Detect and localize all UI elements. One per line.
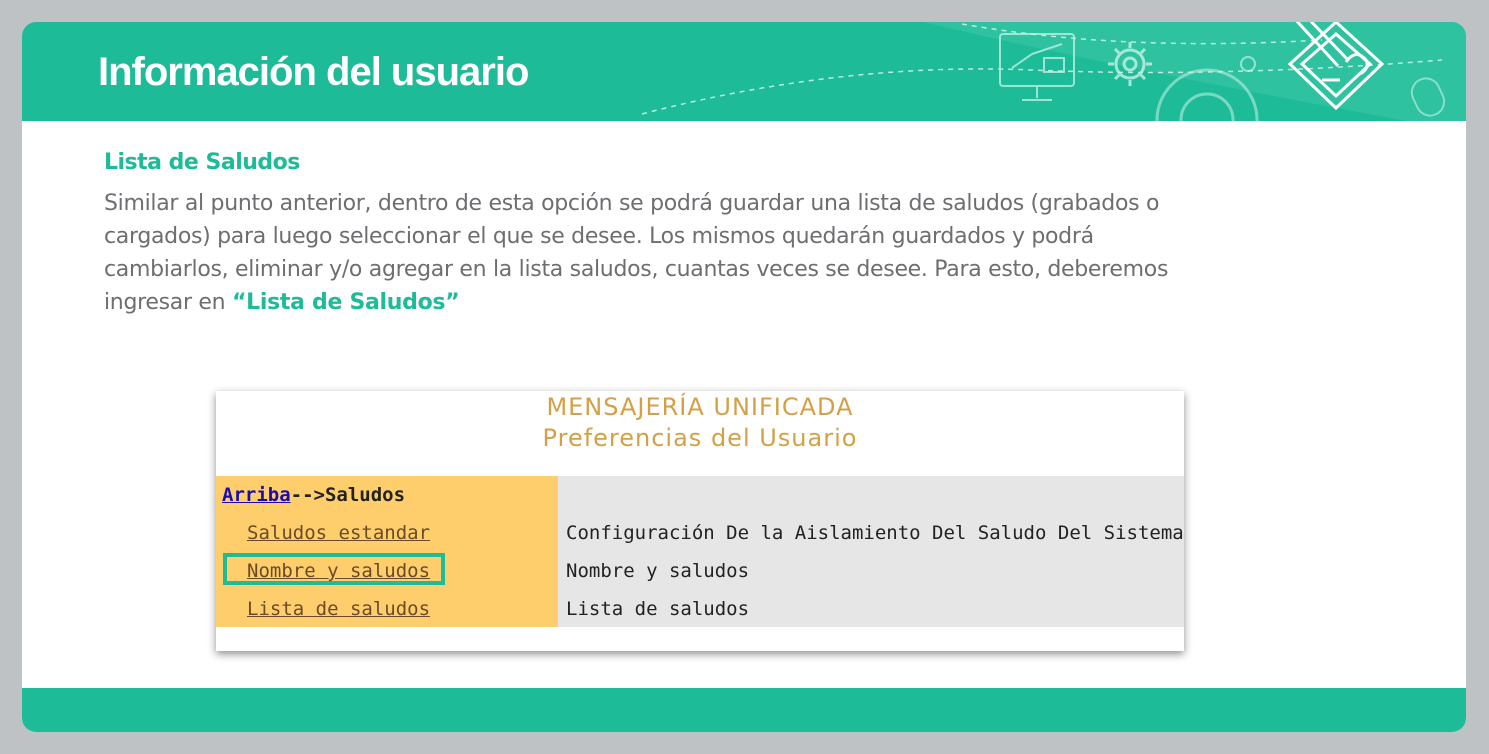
option-link-saludos-estandar[interactable]: Saludos estandar bbox=[247, 522, 430, 544]
menu-descriptions-column: Configuración De la Aislamiento Del Salu… bbox=[558, 476, 1184, 627]
paragraph-line-prefix: ingresar en bbox=[104, 290, 232, 315]
paragraph-line: cambiarlos, eliminar y/o agregar en la l… bbox=[104, 257, 1169, 282]
header-banner: Información del usuario bbox=[22, 22, 1466, 121]
section-heading: Lista de Saludos bbox=[104, 150, 300, 175]
preferences-menu: Arriba-->Saludos Saludos estandar Nombre… bbox=[216, 476, 1184, 627]
breadcrumb-link-arriba[interactable]: Arriba bbox=[222, 484, 291, 506]
paragraph-line: ingresar en “Lista de Saludos” bbox=[104, 286, 1244, 319]
option-link-lista-de-saludos[interactable]: Lista de saludos bbox=[247, 598, 430, 620]
breadcrumb-current: -->Saludos bbox=[290, 484, 406, 506]
description-paragraph: Similar al punto anterior, dentro de est… bbox=[104, 187, 1244, 319]
paragraph-line: cargados) para luego seleccionar el que … bbox=[104, 224, 1094, 249]
app-subtitle: Preferencias del Usuario bbox=[542, 424, 858, 452]
highlighted-option-name: “Lista de Saludos” bbox=[231, 290, 460, 315]
option-description: Nombre y saludos bbox=[566, 560, 750, 582]
app-title: MENSAJERÍA UNIFICADA bbox=[546, 393, 854, 421]
highlight-box bbox=[223, 553, 445, 585]
breadcrumb: Arriba-->Saludos bbox=[222, 484, 405, 506]
paragraph-line: Similar al punto anterior, dentro de est… bbox=[104, 191, 1160, 216]
page-title: Información del usuario bbox=[98, 50, 529, 94]
slide-card: Información del usuario Lista de Saludos… bbox=[22, 22, 1466, 732]
footer-bar bbox=[22, 688, 1466, 732]
option-description: Configuración De la Aislamiento Del Salu… bbox=[566, 522, 1184, 544]
content-area: Lista de Saludos Similar al punto anteri… bbox=[104, 150, 1244, 319]
menu-options-column: Arriba-->Saludos Saludos estandar Nombre… bbox=[216, 476, 558, 627]
embedded-screenshot: MENSAJERÍA UNIFICADA Preferencias del Us… bbox=[216, 391, 1184, 651]
option-description: Lista de saludos bbox=[566, 598, 750, 620]
